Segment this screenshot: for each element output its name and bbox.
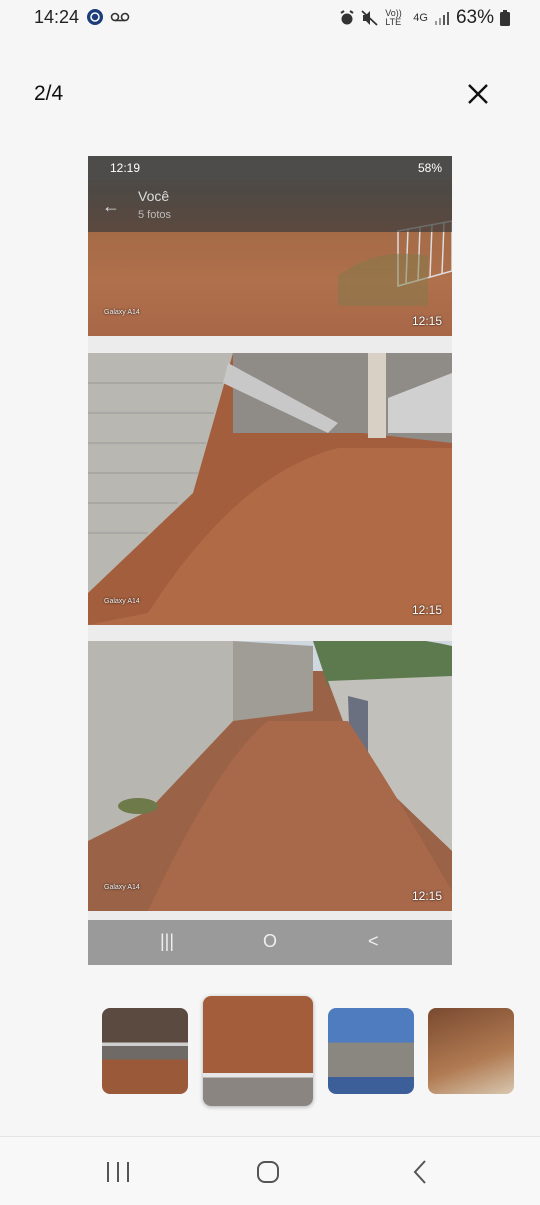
- wall-image: [88, 353, 452, 625]
- photo-brand-watermark: Galaxy A14: [104, 884, 140, 891]
- alley-image: [88, 641, 452, 911]
- inner-album-subtitle: 5 fotos: [138, 209, 172, 221]
- photo-timestamp: 12:15: [411, 889, 442, 903]
- battery-percent: 63%: [455, 7, 494, 28]
- arrow-left-icon: ←: [102, 196, 120, 216]
- thumbnail-3[interactable]: [328, 1008, 414, 1094]
- inner-app-bar: ← Você 5 fotos: [88, 180, 452, 232]
- thumbnail-strip: [0, 996, 540, 1108]
- close-icon[interactable]: [464, 80, 492, 108]
- mute-icon: [361, 10, 378, 26]
- photo-brand-watermark: Galaxy A14: [104, 598, 140, 605]
- thumbnail-4[interactable]: [428, 1008, 514, 1094]
- alarm-icon: [340, 10, 354, 25]
- signal-icon: [434, 12, 449, 25]
- vpn-icon: [87, 9, 103, 25]
- photo-timestamp: 12:15: [411, 603, 442, 617]
- volte-icon: Vo)) LTE: [385, 8, 402, 27]
- photo-3: Galaxy A14 12:15: [88, 641, 452, 911]
- thumbnail-2[interactable]: [203, 996, 313, 1106]
- inner-status-bar: 12:19 58%: [88, 156, 452, 180]
- voicemail-icon: [110, 12, 130, 22]
- back-icon[interactable]: [400, 1157, 440, 1187]
- photo-1: 12:19 58% ← Você 5 fotos Galaxy A14 12:1…: [88, 156, 452, 336]
- 4g-icon: 4G: [413, 12, 428, 24]
- inner-battery: 58%: [417, 161, 442, 175]
- main-image[interactable]: 12:19 58% ← Você 5 fotos Galaxy A14 12:1…: [88, 156, 452, 965]
- inner-recents-icon: |||: [160, 931, 175, 951]
- photo-timestamp: 12:15: [411, 314, 442, 328]
- status-time: 14:24: [34, 7, 80, 27]
- image-counter: 2/4: [34, 82, 64, 105]
- inner-home-icon: O: [263, 931, 278, 951]
- thumbnail-1[interactable]: [102, 1008, 188, 1094]
- photo-2: Galaxy A14 12:15: [88, 353, 452, 625]
- photo-brand-watermark: Galaxy A14: [104, 309, 140, 316]
- inner-album-title: Você: [138, 188, 170, 204]
- inner-nav-bar: ||| O <: [88, 920, 452, 965]
- inner-back-icon: <: [368, 931, 379, 951]
- status-bar: 14:24 Vo)) LTE 4G 63%: [0, 0, 540, 34]
- battery-icon: [500, 10, 510, 26]
- system-nav-bar: [0, 1136, 540, 1205]
- inner-status-time: 12:19: [110, 161, 141, 175]
- recents-icon[interactable]: [98, 1157, 138, 1187]
- home-icon[interactable]: [248, 1157, 288, 1187]
